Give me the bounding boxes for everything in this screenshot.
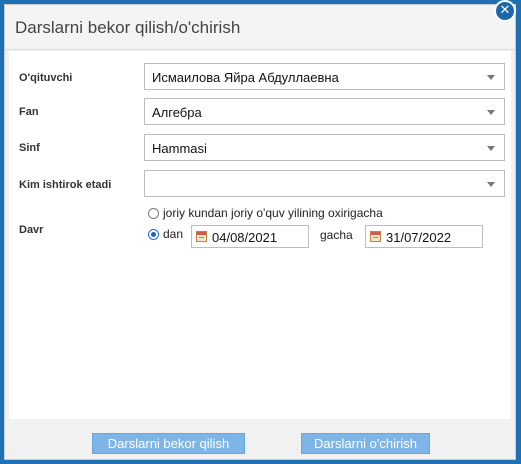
chevron-down-icon	[487, 110, 495, 115]
date-range-label[interactable]: dan	[163, 227, 183, 241]
subject-label: Fan	[19, 106, 39, 118]
date-range-radio[interactable]	[148, 229, 159, 240]
teacher-label: O'qituvchi	[19, 72, 73, 84]
period-label: Davr	[19, 224, 44, 236]
cancel-lessons-button[interactable]: Darslarni bekor qilish	[92, 433, 245, 454]
from-date-value: 04/08/2021	[212, 230, 278, 245]
class-select[interactable]: Hammasi	[144, 134, 505, 161]
until-year-end-label[interactable]: joriy kundan joriy o'quv yilining oxirig…	[163, 206, 383, 220]
calendar-icon[interactable]	[196, 231, 207, 242]
to-date-input[interactable]: 31/07/2022	[365, 225, 483, 248]
dialog-title: Darslarni bekor qilish/o'chirish	[15, 18, 241, 37]
chevron-down-icon	[487, 146, 495, 151]
subject-select[interactable]: Алгебра	[144, 98, 505, 125]
dialog-footer: Darslarni bekor qilish Darslarni o'chiri…	[5, 419, 515, 459]
teacher-select[interactable]: Исмаилова Яйра Абдуллаевна	[144, 63, 505, 90]
delete-lessons-button[interactable]: Darslarni o'chirish	[301, 433, 430, 454]
calendar-icon[interactable]	[370, 231, 381, 242]
from-date-input[interactable]: 04/08/2021	[191, 225, 309, 248]
until-year-end-radio[interactable]	[148, 208, 159, 219]
to-date-value: 31/07/2022	[386, 230, 452, 245]
participants-label: Kim ishtirok etadi	[19, 179, 112, 191]
cancel-delete-lessons-dialog: ✕ Darslarni bekor qilish/o'chirish O'qit…	[4, 0, 516, 460]
to-label: gacha	[320, 228, 353, 242]
teacher-value: Исмаилова Яйра Абдуллаевна	[152, 70, 339, 85]
class-label: Sinf	[19, 142, 40, 154]
close-icon[interactable]: ✕	[494, 0, 516, 22]
dialog-content: O'qituvchi Исмаилова Яйра Абдуллаевна Fa…	[9, 51, 511, 419]
chevron-down-icon	[487, 182, 495, 187]
dialog-title-bar: Darslarni bekor qilish/o'chirish	[5, 5, 515, 50]
participants-select[interactable]	[144, 170, 505, 197]
class-value: Hammasi	[152, 141, 207, 156]
chevron-down-icon	[487, 75, 495, 80]
subject-value: Алгебра	[152, 105, 202, 120]
